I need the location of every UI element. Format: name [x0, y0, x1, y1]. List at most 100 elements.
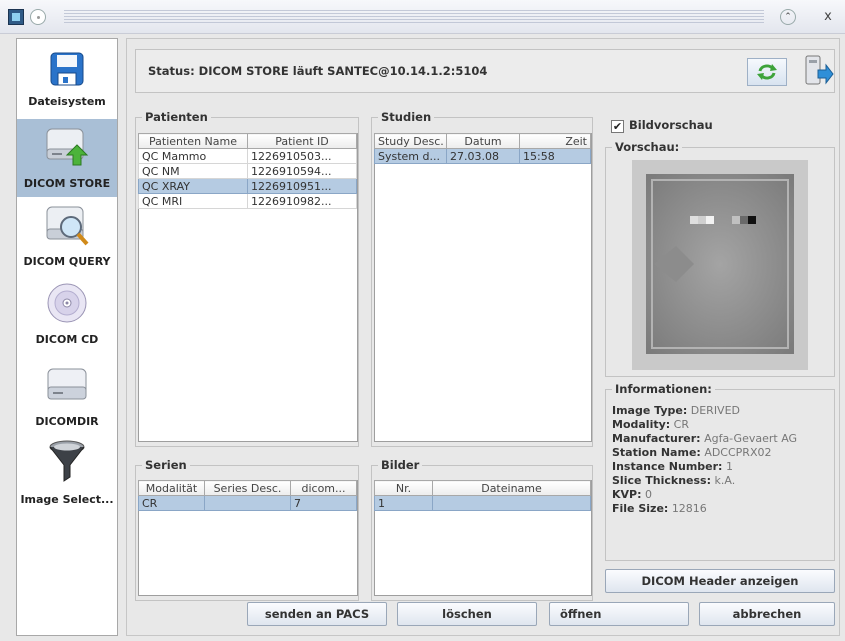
sidebar-item-dicom-store[interactable]: DICOM STORE	[17, 119, 117, 197]
serien-title: Serien	[142, 458, 190, 472]
sidebar-item-label: DICOM CD	[35, 333, 99, 346]
sidebar-item-image-select[interactable]: Image Select...	[17, 437, 117, 517]
informationen-group: Informationen: Image Type: DERIVED Modal…	[605, 382, 835, 561]
table-row-selected[interactable]: CR 7	[138, 495, 357, 511]
cell[interactable]: 1226910594...	[247, 163, 357, 179]
title-bar-grip	[64, 10, 764, 24]
patienten-group: Patienten Patienten Name Patient ID QC M…	[135, 110, 359, 447]
table-row-selected[interactable]: 1	[374, 495, 591, 511]
sidebar-item-dateisystem[interactable]: Dateisystem	[17, 43, 117, 119]
info-instance-number: Instance Number: 1	[612, 460, 733, 473]
drive-icon	[47, 368, 87, 400]
studien-table-area[interactable]	[374, 133, 592, 442]
info-station-name: Station Name: ADCCPRX02	[612, 446, 772, 459]
sidebar-item-dicom-cd[interactable]: DICOM CD	[17, 277, 117, 353]
bilder-table[interactable]: Nr. Dateiname 1	[374, 480, 591, 511]
vorschau-title: Vorschau:	[612, 140, 683, 154]
column-header[interactable]: Series Desc.	[204, 480, 291, 496]
sidebar-item-label: DICOM QUERY	[23, 255, 111, 268]
drive-store-icon	[46, 128, 89, 166]
delete-button[interactable]: löschen	[397, 602, 537, 626]
cell[interactable]: 15:58	[519, 148, 591, 164]
cell[interactable]: QC Mammo	[138, 148, 248, 164]
floppy-disk-icon	[50, 52, 84, 86]
send-to-pacs-button[interactable]: senden an PACS	[247, 602, 387, 626]
column-header[interactable]: Patienten Name	[138, 133, 248, 149]
cell[interactable]	[432, 495, 591, 511]
sidebar-item-label: Image Select...	[20, 493, 114, 506]
studien-table[interactable]: Study Desc. Datum Zeit System d... 27.03…	[374, 133, 591, 164]
status-bar: Status: DICOM STORE läuft SANTEC@10.14.1…	[135, 49, 835, 93]
cell[interactable]: 7	[290, 495, 357, 511]
serien-table[interactable]: Modalität Series Desc. dicom... CR 7	[138, 480, 357, 511]
sidebar-item-label: Dateisystem	[28, 95, 106, 108]
title-bar: ⌃ x	[0, 0, 845, 34]
info-slice-thickness: Slice Thickness: k.A.	[612, 474, 736, 487]
patienten-title: Patienten	[142, 110, 211, 124]
column-header[interactable]: dicom...	[290, 480, 357, 496]
cell[interactable]: 1226910982...	[247, 193, 357, 209]
bilder-title: Bilder	[378, 458, 423, 472]
cell[interactable]: QC MRI	[138, 193, 248, 209]
column-header[interactable]: Datum	[446, 133, 520, 149]
studien-group: Studien Study Desc. Datum Zeit System d.…	[371, 110, 593, 447]
sidebar: Dateisystem DICOM STORE DICOM QUERY DICO…	[16, 38, 118, 636]
export-icon[interactable]	[800, 54, 834, 88]
column-header[interactable]: Nr.	[374, 480, 433, 496]
dicom-header-button[interactable]: DICOM Header anzeigen	[605, 569, 835, 593]
column-header[interactable]: Modalität	[138, 480, 205, 496]
funnel-icon	[49, 440, 85, 482]
table-row[interactable]: QC Mammo 1226910503...	[138, 148, 357, 164]
cell[interactable]: System d...	[374, 148, 447, 164]
cell[interactable]: 1226910503...	[247, 148, 357, 164]
cancel-button[interactable]: abbrechen	[699, 602, 835, 626]
patienten-table[interactable]: Patienten Name Patient ID QC Mammo 122691…	[138, 133, 357, 209]
sidebar-item-dicom-query[interactable]: DICOM QUERY	[17, 199, 117, 275]
bildvorschau-label: Bildvorschau	[629, 118, 713, 132]
table-row-selected[interactable]: QC XRAY 1226910951...	[138, 178, 357, 194]
info-modality: Modality: CR	[612, 418, 689, 431]
column-header[interactable]: Zeit	[519, 133, 591, 149]
info-manufacturer: Manufacturer: Agfa-Gevaert AG	[612, 432, 798, 445]
refresh-button[interactable]	[747, 58, 787, 86]
open-button[interactable]: öffnen	[549, 602, 689, 626]
column-header[interactable]: Study Desc.	[374, 133, 447, 149]
cell[interactable]: QC XRAY	[138, 178, 248, 194]
table-header: Modalität Series Desc. dicom...	[138, 480, 357, 496]
cell[interactable]: 27.03.08	[446, 148, 520, 164]
cd-icon	[47, 283, 87, 323]
table-row-selected[interactable]: System d... 27.03.08 15:58	[374, 148, 591, 164]
sidebar-item-label: DICOMDIR	[35, 415, 99, 428]
cell[interactable]: CR	[138, 495, 205, 511]
serien-group: Serien Modalität Series Desc. dicom... C…	[135, 458, 359, 601]
drive-search-icon	[46, 206, 89, 246]
minimize-button[interactable]: ⌃	[780, 9, 796, 25]
info-kvp: KVP: 0	[612, 488, 652, 501]
studien-title: Studien	[378, 110, 435, 124]
bildvorschau-checkbox[interactable]: ✔	[611, 120, 624, 133]
sidebar-item-dicomdir[interactable]: DICOMDIR	[17, 357, 117, 433]
status-text: Status: DICOM STORE läuft SANTEC@10.14.1…	[148, 64, 488, 78]
cell[interactable]	[204, 495, 291, 511]
close-button[interactable]: x	[820, 8, 836, 26]
table-row[interactable]: QC MRI 1226910982...	[138, 193, 357, 209]
cell[interactable]: 1226910951...	[247, 178, 357, 194]
cell[interactable]: QC NM	[138, 163, 248, 179]
cell[interactable]: 1	[374, 495, 433, 511]
main-panel: Status: DICOM STORE läuft SANTEC@10.14.1…	[126, 38, 840, 636]
vorschau-group: Vorschau:	[605, 140, 835, 377]
window-menu-icon[interactable]	[30, 9, 46, 25]
app-icon	[8, 9, 24, 25]
column-header[interactable]: Patient ID	[247, 133, 357, 149]
sidebar-item-label: DICOM STORE	[23, 177, 111, 190]
table-row[interactable]: QC NM 1226910594...	[138, 163, 357, 179]
info-image-type: Image Type: DERIVED	[612, 404, 741, 417]
column-header[interactable]: Dateiname	[432, 480, 591, 496]
table-header: Study Desc. Datum Zeit	[374, 133, 591, 149]
xray-preview-image	[632, 160, 808, 370]
informationen-title: Informationen:	[612, 382, 715, 396]
table-header: Patienten Name Patient ID	[138, 133, 357, 149]
refresh-icon	[757, 64, 777, 80]
table-header: Nr. Dateiname	[374, 480, 591, 496]
bilder-group: Bilder Nr. Dateiname 1	[371, 458, 593, 601]
